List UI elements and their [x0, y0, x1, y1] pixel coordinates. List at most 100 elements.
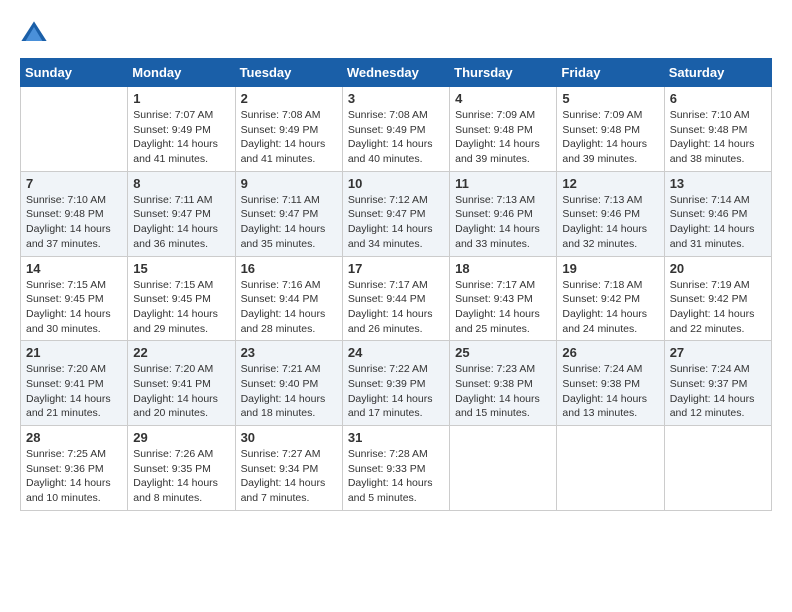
- cell-info: Sunrise: 7:28 AM Sunset: 9:33 PM Dayligh…: [348, 447, 444, 506]
- cell-info: Sunrise: 7:16 AM Sunset: 9:44 PM Dayligh…: [241, 278, 337, 337]
- day-number: 26: [562, 345, 658, 360]
- calendar-week-2: 7 Sunrise: 7:10 AM Sunset: 9:48 PM Daylig…: [21, 171, 772, 256]
- calendar-cell: [21, 87, 128, 172]
- day-number: 17: [348, 261, 444, 276]
- calendar-cell: 24 Sunrise: 7:22 AM Sunset: 9:39 PM Dayli…: [342, 341, 449, 426]
- calendar-cell: 13 Sunrise: 7:14 AM Sunset: 9:46 PM Dayli…: [664, 171, 771, 256]
- calendar-cell: 4 Sunrise: 7:09 AM Sunset: 9:48 PM Daylig…: [450, 87, 557, 172]
- calendar-cell: [664, 426, 771, 511]
- cell-info: Sunrise: 7:07 AM Sunset: 9:49 PM Dayligh…: [133, 108, 229, 167]
- calendar-cell: 16Sunrise: 7:16 AM Sunset: 9:44 PM Dayli…: [235, 256, 342, 341]
- calendar-cell: 21Sunrise: 7:20 AM Sunset: 9:41 PM Dayli…: [21, 341, 128, 426]
- day-number: 27: [670, 345, 766, 360]
- day-number: 20: [670, 261, 766, 276]
- calendar-week-5: 28 Sunrise: 7:25 AM Sunset: 9:36 PM Dayli…: [21, 426, 772, 511]
- day-number: 6: [670, 91, 766, 106]
- cell-info: Sunrise: 7:27 AM Sunset: 9:34 PM Dayligh…: [241, 447, 337, 506]
- calendar-cell: 1 Sunrise: 7:07 AM Sunset: 9:49 PM Daylig…: [128, 87, 235, 172]
- day-number: 31: [348, 430, 444, 445]
- day-number: 30: [241, 430, 337, 445]
- cell-info: Sunrise: 7:20 AM Sunset: 9:41 PM Dayligh…: [133, 362, 229, 421]
- calendar-cell: 27 Sunrise: 7:24 AM Sunset: 9:37 PM Dayli…: [664, 341, 771, 426]
- day-number: 1: [133, 91, 229, 106]
- day-number: 12: [562, 176, 658, 191]
- page-header: [20, 20, 772, 48]
- cell-info: Sunrise: 7:11 AM Sunset: 9:47 PM Dayligh…: [241, 193, 337, 252]
- day-number: 13: [670, 176, 766, 191]
- cell-info: Sunrise: 7:13 AM Sunset: 9:46 PM Dayligh…: [455, 193, 551, 252]
- cell-info: Sunrise: 7:08 AM Sunset: 9:49 PM Dayligh…: [241, 108, 337, 167]
- day-number: 9: [241, 176, 337, 191]
- calendar-cell: 17 Sunrise: 7:17 AM Sunset: 9:44 PM Dayli…: [342, 256, 449, 341]
- calendar-table: SundayMondayTuesdayWednesdayThursdayFrid…: [20, 58, 772, 511]
- cell-info: Sunrise: 7:22 AM Sunset: 9:39 PM Dayligh…: [348, 362, 444, 421]
- calendar-header-saturday: Saturday: [664, 59, 771, 87]
- calendar-header-monday: Monday: [128, 59, 235, 87]
- day-number: 2: [241, 91, 337, 106]
- day-number: 8: [133, 176, 229, 191]
- calendar-cell: 11 Sunrise: 7:13 AM Sunset: 9:46 PM Dayli…: [450, 171, 557, 256]
- calendar-header-wednesday: Wednesday: [342, 59, 449, 87]
- cell-info: Sunrise: 7:09 AM Sunset: 9:48 PM Dayligh…: [455, 108, 551, 167]
- calendar-header-tuesday: Tuesday: [235, 59, 342, 87]
- calendar-week-1: 1 Sunrise: 7:07 AM Sunset: 9:49 PM Daylig…: [21, 87, 772, 172]
- cell-info: Sunrise: 7:20 AM Sunset: 9:41 PM Dayligh…: [26, 362, 122, 421]
- calendar-cell: [557, 426, 664, 511]
- day-number: 24: [348, 345, 444, 360]
- calendar-cell: 12 Sunrise: 7:13 AM Sunset: 9:46 PM Dayli…: [557, 171, 664, 256]
- calendar-cell: 14 Sunrise: 7:15 AM Sunset: 9:45 PM Dayli…: [21, 256, 128, 341]
- cell-info: Sunrise: 7:10 AM Sunset: 9:48 PM Dayligh…: [26, 193, 122, 252]
- cell-info: Sunrise: 7:18 AM Sunset: 9:42 PM Dayligh…: [562, 278, 658, 337]
- calendar-cell: 30 Sunrise: 7:27 AM Sunset: 9:34 PM Dayli…: [235, 426, 342, 511]
- cell-info: Sunrise: 7:21 AM Sunset: 9:40 PM Dayligh…: [241, 362, 337, 421]
- logo: [20, 20, 52, 48]
- calendar-header-thursday: Thursday: [450, 59, 557, 87]
- calendar-cell: 26 Sunrise: 7:24 AM Sunset: 9:38 PM Dayli…: [557, 341, 664, 426]
- calendar-cell: 2 Sunrise: 7:08 AM Sunset: 9:49 PM Daylig…: [235, 87, 342, 172]
- calendar-cell: 15Sunrise: 7:15 AM Sunset: 9:45 PM Dayli…: [128, 256, 235, 341]
- cell-info: Sunrise: 7:13 AM Sunset: 9:46 PM Dayligh…: [562, 193, 658, 252]
- calendar-cell: 22 Sunrise: 7:20 AM Sunset: 9:41 PM Dayli…: [128, 341, 235, 426]
- calendar-week-4: 21Sunrise: 7:20 AM Sunset: 9:41 PM Dayli…: [21, 341, 772, 426]
- cell-info: Sunrise: 7:14 AM Sunset: 9:46 PM Dayligh…: [670, 193, 766, 252]
- calendar-cell: 10Sunrise: 7:12 AM Sunset: 9:47 PM Dayli…: [342, 171, 449, 256]
- cell-info: Sunrise: 7:15 AM Sunset: 9:45 PM Dayligh…: [26, 278, 122, 337]
- cell-info: Sunrise: 7:24 AM Sunset: 9:37 PM Dayligh…: [670, 362, 766, 421]
- day-number: 11: [455, 176, 551, 191]
- day-number: 19: [562, 261, 658, 276]
- day-number: 4: [455, 91, 551, 106]
- cell-info: Sunrise: 7:25 AM Sunset: 9:36 PM Dayligh…: [26, 447, 122, 506]
- cell-info: Sunrise: 7:09 AM Sunset: 9:48 PM Dayligh…: [562, 108, 658, 167]
- day-number: 7: [26, 176, 122, 191]
- cell-info: Sunrise: 7:11 AM Sunset: 9:47 PM Dayligh…: [133, 193, 229, 252]
- cell-info: Sunrise: 7:23 AM Sunset: 9:38 PM Dayligh…: [455, 362, 551, 421]
- calendar-cell: 20 Sunrise: 7:19 AM Sunset: 9:42 PM Dayli…: [664, 256, 771, 341]
- calendar-cell: 29Sunrise: 7:26 AM Sunset: 9:35 PM Dayli…: [128, 426, 235, 511]
- day-number: 28: [26, 430, 122, 445]
- day-number: 3: [348, 91, 444, 106]
- calendar-header-friday: Friday: [557, 59, 664, 87]
- cell-info: Sunrise: 7:12 AM Sunset: 9:47 PM Dayligh…: [348, 193, 444, 252]
- calendar-cell: 8 Sunrise: 7:11 AM Sunset: 9:47 PM Daylig…: [128, 171, 235, 256]
- day-number: 14: [26, 261, 122, 276]
- calendar-cell: 6 Sunrise: 7:10 AM Sunset: 9:48 PM Daylig…: [664, 87, 771, 172]
- cell-info: Sunrise: 7:17 AM Sunset: 9:43 PM Dayligh…: [455, 278, 551, 337]
- cell-info: Sunrise: 7:17 AM Sunset: 9:44 PM Dayligh…: [348, 278, 444, 337]
- calendar-cell: 28 Sunrise: 7:25 AM Sunset: 9:36 PM Dayli…: [21, 426, 128, 511]
- calendar-header-row: SundayMondayTuesdayWednesdayThursdayFrid…: [21, 59, 772, 87]
- calendar-cell: 25 Sunrise: 7:23 AM Sunset: 9:38 PM Dayli…: [450, 341, 557, 426]
- cell-info: Sunrise: 7:24 AM Sunset: 9:38 PM Dayligh…: [562, 362, 658, 421]
- calendar-header-sunday: Sunday: [21, 59, 128, 87]
- cell-info: Sunrise: 7:10 AM Sunset: 9:48 PM Dayligh…: [670, 108, 766, 167]
- day-number: 22: [133, 345, 229, 360]
- day-number: 5: [562, 91, 658, 106]
- calendar-cell: 23Sunrise: 7:21 AM Sunset: 9:40 PM Dayli…: [235, 341, 342, 426]
- calendar-cell: 9 Sunrise: 7:11 AM Sunset: 9:47 PM Daylig…: [235, 171, 342, 256]
- cell-info: Sunrise: 7:26 AM Sunset: 9:35 PM Dayligh…: [133, 447, 229, 506]
- calendar-cell: 7 Sunrise: 7:10 AM Sunset: 9:48 PM Daylig…: [21, 171, 128, 256]
- calendar-cell: [450, 426, 557, 511]
- day-number: 25: [455, 345, 551, 360]
- cell-info: Sunrise: 7:08 AM Sunset: 9:49 PM Dayligh…: [348, 108, 444, 167]
- cell-info: Sunrise: 7:19 AM Sunset: 9:42 PM Dayligh…: [670, 278, 766, 337]
- calendar-cell: 18Sunrise: 7:17 AM Sunset: 9:43 PM Dayli…: [450, 256, 557, 341]
